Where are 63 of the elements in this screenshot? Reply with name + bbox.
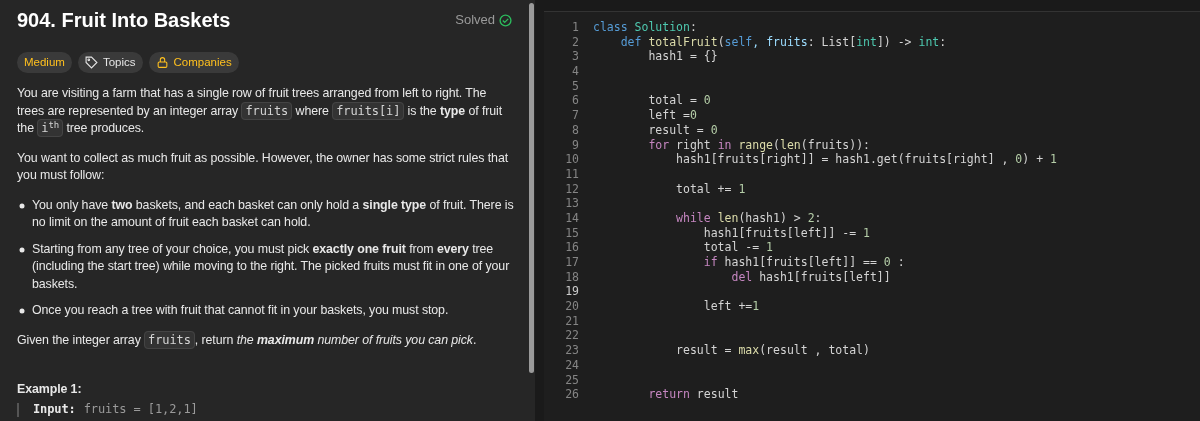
description-paragraph: Given the integer array fruits , return the maximum number of fruits you can pick. <box>17 331 478 349</box>
bullet-icon <box>19 246 25 253</box>
rule-text: Once you reach a tree with fruit that cannot fit in your baskets, you must stop. <box>32 302 449 319</box>
line-number: 26 <box>564 387 579 402</box>
line-number: 7 <box>571 108 579 123</box>
line-number: 16 <box>564 240 579 255</box>
code-line: if hash1[fruits[left]] == 0 : <box>702 255 905 270</box>
code-line: left =0 <box>647 108 697 123</box>
line-number: 18 <box>564 269 579 285</box>
companies-button[interactable]: Companies <box>148 52 239 73</box>
solved-status: Solved <box>455 11 495 30</box>
code-line: class Solution: <box>593 20 697 35</box>
description-paragraph: You want to collect as much fruit as possible. However, the owner has some strict rules that you must follow: <box>17 149 510 184</box>
line-number: 14 <box>564 210 579 226</box>
scrollbar[interactable] <box>528 0 535 421</box>
example-heading: Example 1: <box>17 381 83 398</box>
line-number: 4 <box>571 64 579 79</box>
bullet-icon <box>19 202 25 209</box>
code-line: def totalFruit(self, fruits: List[int]) -> int: <box>619 34 947 50</box>
line-number: 25 <box>564 372 579 388</box>
code-line: result = max(result , total) <box>675 343 870 358</box>
rule-text: You only have two baskets, and each basket can only hold a single type of fruit. There is no limit on the amount of fruit each basket can hold. <box>32 196 514 231</box>
line-number: 21 <box>564 313 579 329</box>
code-line: total -= 1 <box>702 240 774 255</box>
example-input-label: Input: <box>33 402 76 417</box>
line-number: 11 <box>564 166 579 182</box>
difficulty-badge[interactable]: Medium <box>17 52 72 73</box>
line-number: 6 <box>571 93 579 109</box>
line-number: 23 <box>564 343 579 358</box>
code-line: return result <box>647 387 739 402</box>
line-number: 1 <box>571 20 579 35</box>
line-number: 8 <box>571 122 579 138</box>
code-line: total = 0 <box>647 93 711 109</box>
line-number: 5 <box>571 78 579 94</box>
code-line: hash1[fruits[right]] = hash1.get(fruits[right] , 0) + 1 <box>675 152 1057 167</box>
code-line: total += 1 <box>675 181 746 197</box>
line-number: 12 <box>564 181 579 197</box>
line-number: 19 <box>564 284 579 300</box>
code-line: for right in range(len(fruits)): <box>647 137 870 153</box>
line-number: 17 <box>564 255 579 270</box>
description-paragraph: You are visiting a farm that has a single row of fruit trees arranged from left to right. The trees are represented by an integer array fruits where fruits[i] is the type of fruit the i$^{th}$ tree produces. <box>17 85 504 138</box>
code-line: del hash1[fruits[left]] <box>730 269 891 285</box>
code-line: left +=1 <box>702 299 760 314</box>
code-line: while len(hash1) > 2: <box>675 210 822 226</box>
line-number: 9 <box>571 137 579 153</box>
rule-text: Starting from any tree of your choice, you must pick exactly one fruit from every tree (including the start tree) while moving to the right. The picked fruits must fit in one of your baskets. <box>32 240 511 293</box>
topics-button[interactable]: Topics <box>77 52 143 73</box>
line-number: 3 <box>571 49 579 65</box>
line-number: 2 <box>571 34 579 50</box>
line-number: 22 <box>564 328 579 344</box>
example-input-value: fruits = [1,2,1] <box>83 402 198 417</box>
problem-title: 904. Fruit Into Baskets <box>17 8 231 33</box>
lock-icon <box>155 56 169 69</box>
code-line: result = 0 <box>647 122 718 138</box>
bullet-icon <box>19 308 25 314</box>
line-number: 10 <box>564 152 579 167</box>
line-number: 13 <box>564 196 579 211</box>
tag-icon <box>84 56 98 69</box>
line-number: 15 <box>564 225 579 241</box>
code-line: hash1 = {} <box>647 49 718 65</box>
line-number: 20 <box>564 299 579 314</box>
line-number: 24 <box>564 357 579 373</box>
code-line: hash1[fruits[left]] -= 1 <box>702 225 870 241</box>
